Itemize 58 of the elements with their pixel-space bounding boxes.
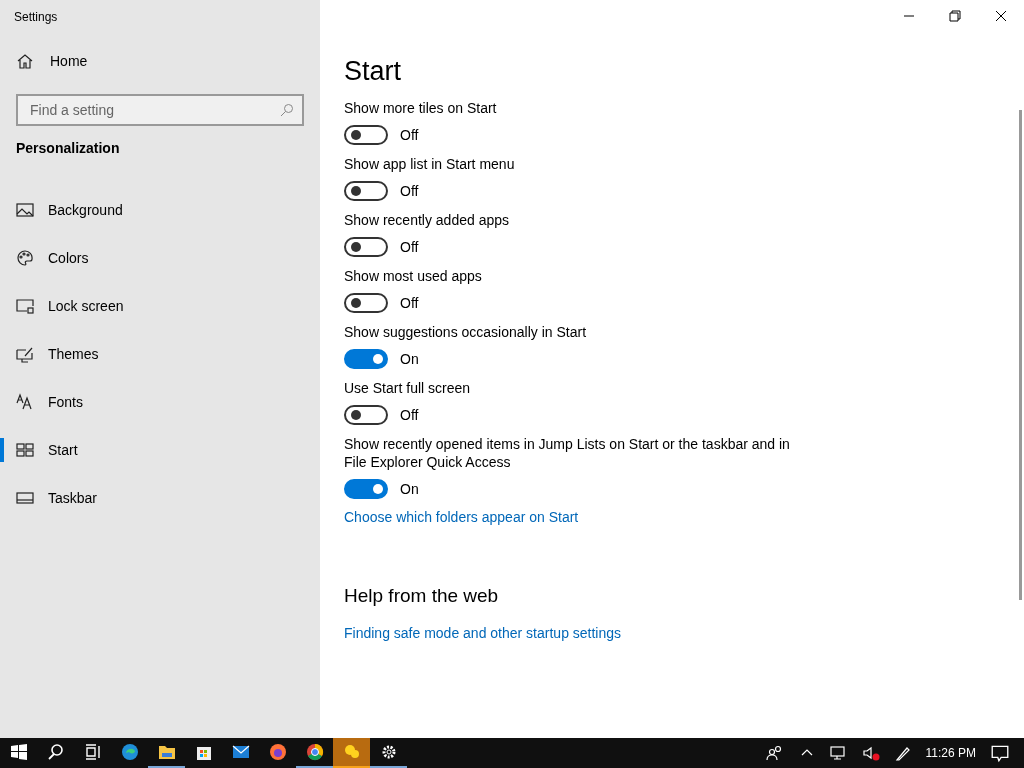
toggle-state: Off	[400, 183, 419, 199]
setting-label: Use Start full screen	[344, 379, 472, 397]
setting-label: Show suggestions occasionally in Start	[344, 323, 588, 341]
toggle-switch[interactable]	[344, 125, 388, 145]
toggle-state: On	[400, 481, 419, 497]
search-input[interactable]: Find a setting	[28, 101, 280, 119]
tiles-icon	[16, 441, 34, 459]
people-icon[interactable]	[765, 744, 784, 762]
home-nav-item[interactable]: Home	[0, 40, 320, 82]
home-icon	[16, 52, 34, 70]
window-title: Settings	[13, 9, 59, 26]
image-icon	[16, 201, 34, 219]
sidebar-item[interactable]: Themes	[0, 330, 320, 378]
setting-label: Show more tiles on Start	[344, 99, 498, 117]
network-icon[interactable]	[829, 744, 848, 762]
taskbar-icon	[16, 489, 34, 507]
toggle-switch[interactable]	[344, 181, 388, 201]
brush-monitor-icon	[16, 345, 34, 363]
sidebar-item[interactable]: Fonts	[0, 378, 320, 426]
close-icon	[995, 10, 1007, 22]
sidebar-item[interactable]: Taskbar	[0, 474, 320, 522]
setting-label: Show most used apps	[344, 267, 483, 285]
lock-screen-icon	[16, 297, 34, 315]
search-field[interactable]: Find a setting	[16, 94, 304, 126]
notification-icon[interactable]	[990, 743, 1010, 763]
sidebar-item[interactable]: Start	[0, 426, 320, 474]
toggle-state: Off	[400, 295, 419, 311]
toggle-switch[interactable]	[344, 349, 388, 369]
toggle-state: On	[400, 351, 419, 367]
edge-icon[interactable]	[119, 742, 140, 762]
sidebar-item[interactable]: Background	[0, 186, 320, 234]
toggle-switch[interactable]	[344, 293, 388, 313]
folders-link[interactable]: Choose which folders appear on Start	[344, 509, 579, 525]
scrollbar[interactable]	[1019, 110, 1022, 600]
toggle-switch[interactable]	[344, 479, 388, 499]
muted-speaker-icon[interactable]	[861, 744, 880, 762]
clock-time[interactable]: 11:26 PM	[925, 746, 976, 760]
toggle-switch[interactable]	[344, 237, 388, 257]
toggle-state: Off	[400, 239, 419, 255]
setting-label: Show recently added apps	[344, 211, 510, 229]
palette-icon	[16, 249, 34, 267]
setting-label: Show app list in Start menu	[344, 155, 516, 173]
section-heading: Help from the web	[344, 585, 500, 607]
windows-logo-icon[interactable]	[8, 742, 29, 762]
help-link[interactable]: Finding safe mode and other startup settings	[344, 625, 622, 641]
setting-label: Show recently opened items in Jump Lists on Start or the taskbar and in File Explorer Quick Access	[344, 435, 791, 471]
sidebar-item[interactable]: Colors	[0, 234, 320, 282]
search-icon	[280, 103, 294, 117]
firefox-icon[interactable]	[267, 742, 288, 762]
toggle-switch[interactable]	[344, 405, 388, 425]
restore-icon	[949, 10, 961, 22]
page-title: Start	[344, 56, 403, 87]
toggle-state: Off	[400, 127, 419, 143]
chrome-icon[interactable]	[304, 742, 325, 762]
sidebar-item[interactable]: Lock screen	[0, 282, 320, 330]
toggle-state: Off	[400, 407, 419, 423]
section-heading: Personalization	[15, 139, 121, 158]
fonts-icon	[16, 393, 34, 411]
